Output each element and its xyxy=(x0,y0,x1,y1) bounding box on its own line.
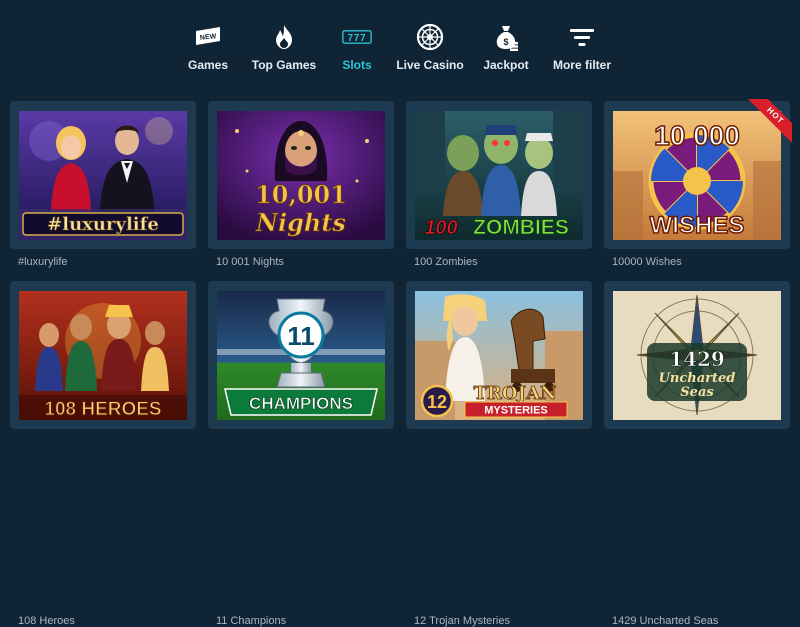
svg-text:108 HEROES: 108 HEROES xyxy=(44,399,161,420)
game-title: #luxurylife xyxy=(18,256,68,268)
svg-text:10 000: 10 000 xyxy=(654,120,740,151)
game-card-1429-uncharted-seas[interactable]: 1429 Uncharted Seas 1429 Uncharted Seas xyxy=(604,281,790,627)
777-slots-icon: 777 xyxy=(342,22,372,52)
svg-text:100: 100 xyxy=(424,217,457,239)
game-thumbnail: 108 HEROES xyxy=(19,291,187,420)
svg-text:12: 12 xyxy=(427,392,447,412)
svg-text:ZOMBIES: ZOMBIES xyxy=(473,216,569,239)
game-card-luxurylife[interactable]: #luxurylife #luxurylife xyxy=(10,101,196,268)
flame-icon xyxy=(269,22,299,52)
svg-text:777: 777 xyxy=(348,33,367,44)
nav-label-slots: Slots xyxy=(342,58,372,72)
svg-text:$: $ xyxy=(503,37,508,47)
money-bag-icon: $ xyxy=(491,22,521,52)
nav-label-live-casino: Live Casino xyxy=(396,58,464,72)
nav-label-games: Games xyxy=(187,58,229,72)
game-thumbnail: 100 ZOMBIES xyxy=(415,111,583,240)
game-title: 100 Zombies xyxy=(414,256,478,268)
game-title: 108 Heroes xyxy=(18,615,75,627)
svg-text:WISHES: WISHES xyxy=(650,212,745,239)
game-thumbnail: 10,001 Nights xyxy=(217,111,385,240)
nav-item-top-games[interactable]: Top Games xyxy=(251,22,317,78)
nav-item-slots[interactable]: 777 Slots xyxy=(340,22,374,78)
game-card-11-champions[interactable]: 11 CHAMPIONS 11 Champions xyxy=(208,281,394,627)
nav-item-live-casino[interactable]: Live Casino xyxy=(396,22,464,78)
svg-text:MYSTERIES: MYSTERIES xyxy=(484,405,548,417)
nav-item-games[interactable]: NEW Games xyxy=(188,22,228,78)
game-card-10001-nights[interactable]: 10,001 Nights 10 001 Nights xyxy=(208,101,394,268)
category-nav: NEW Games Top Games 777 Slots Live Casin… xyxy=(0,22,800,78)
nav-item-more-filter[interactable]: More filter xyxy=(552,22,612,78)
nav-label-top-games: Top Games xyxy=(251,58,317,72)
svg-text:CHAMPIONS: CHAMPIONS xyxy=(249,394,353,413)
svg-text:Uncharted: Uncharted xyxy=(659,371,736,386)
game-card-10000-wishes[interactable]: 10 000 WISHES HOT 10000 Wishes xyxy=(604,99,792,268)
svg-text:Nights: Nights xyxy=(255,208,346,237)
game-card-12-trojan-mysteries[interactable]: 12 TROJAN MYSTERIES 12 Trojan Mysteries xyxy=(406,281,592,627)
game-title: 11 Champions xyxy=(216,615,287,627)
nav-label-more-filter: More filter xyxy=(552,58,611,72)
game-thumbnail: #luxurylife xyxy=(19,111,187,240)
filter-funnel-icon xyxy=(567,22,597,52)
game-title: 10000 Wishes xyxy=(612,256,682,268)
game-card-108-heroes[interactable]: 108 HEROES 108 Heroes xyxy=(10,281,196,627)
svg-text:#luxurylife: #luxurylife xyxy=(47,214,159,235)
game-thumbnail: 12 TROJAN MYSTERIES xyxy=(415,291,583,420)
roulette-wheel-icon xyxy=(415,22,445,52)
hot-badge: HOT xyxy=(744,99,792,147)
svg-text:11: 11 xyxy=(287,321,315,351)
game-title: 10 001 Nights xyxy=(216,256,284,268)
game-card-100-zombies[interactable]: 100 ZOMBIES 100 Zombies xyxy=(406,101,592,268)
game-title: 1429 Uncharted Seas xyxy=(612,615,719,627)
svg-text:Seas: Seas xyxy=(680,385,714,400)
svg-text:TROJAN: TROJAN xyxy=(474,383,557,404)
svg-text:1429: 1429 xyxy=(669,347,725,371)
svg-text:10,001: 10,001 xyxy=(255,180,347,209)
nav-label-jackpot: Jackpot xyxy=(483,58,529,72)
game-title: 12 Trojan Mysteries xyxy=(414,615,510,627)
nav-item-jackpot[interactable]: $ Jackpot xyxy=(483,22,529,78)
game-thumbnail: 11 CHAMPIONS xyxy=(217,291,385,420)
new-badge-icon: NEW xyxy=(193,22,223,52)
game-thumbnail: 1429 Uncharted Seas xyxy=(613,291,781,420)
